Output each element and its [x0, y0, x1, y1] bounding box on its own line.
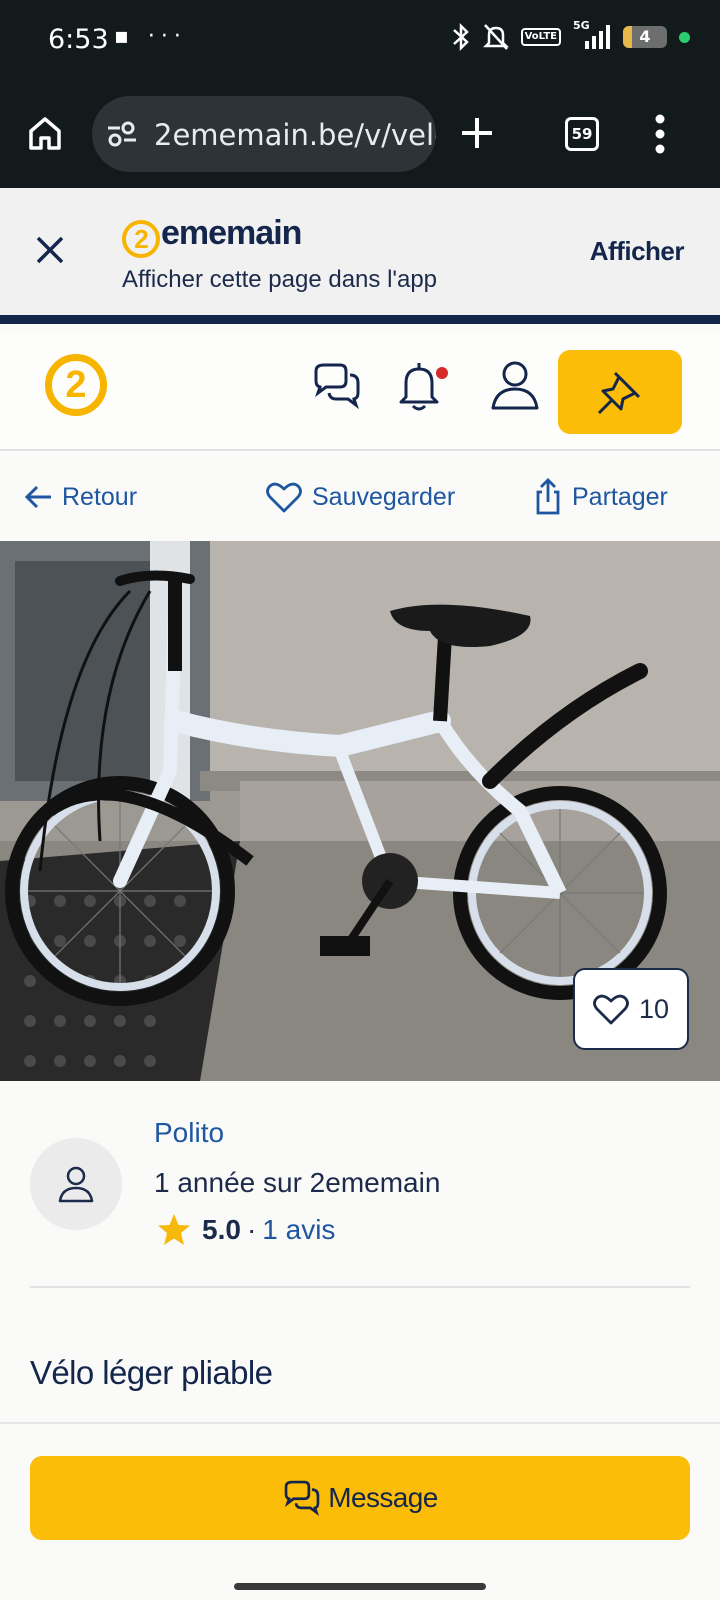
site-logo[interactable]: 2 — [45, 354, 107, 416]
address-bar[interactable]: 2ememain.be/v/velo — [92, 96, 436, 172]
back-button[interactable]: Retour — [24, 453, 137, 541]
new-tab-icon[interactable] — [460, 116, 494, 150]
notification-dot — [436, 367, 448, 379]
star-icon — [158, 1214, 190, 1245]
home-indicator[interactable] — [234, 1583, 486, 1590]
status-bar: 6:53 ▪ ··· VoLTE 5G 4 — [0, 0, 720, 80]
show-in-app-button[interactable]: Afficher — [590, 236, 685, 267]
more-menu-icon[interactable] — [654, 114, 666, 154]
open-in-app-banner: 2 ememain Afficher cette page dans l'app … — [0, 188, 720, 324]
message-button[interactable]: Message — [30, 1456, 690, 1540]
brand-logo: 2 ememain — [122, 214, 302, 258]
share-button[interactable]: Partager — [534, 453, 668, 541]
bluetooth-icon — [452, 22, 469, 52]
battery-icon: 4 — [623, 26, 667, 48]
bottom-action-bar: Message — [0, 1422, 720, 1600]
reviews-link[interactable]: 1 avis — [262, 1214, 335, 1246]
heart-icon — [593, 994, 629, 1025]
bell-icon[interactable] — [398, 361, 440, 413]
home-icon[interactable] — [26, 114, 64, 152]
divider — [30, 1286, 690, 1288]
place-ad-button[interactable] — [558, 350, 682, 434]
seller-rating: 5.0 · 1 avis — [156, 1213, 335, 1247]
signal-icon: 5G — [573, 19, 611, 51]
notification-icons: ▪ ··· — [114, 24, 187, 49]
url-text: 2ememain.be/v/velo — [154, 118, 436, 152]
heart-icon — [266, 482, 302, 513]
seller-since: 1 année sur 2ememain — [154, 1167, 441, 1198]
likes-badge[interactable]: 10 — [573, 968, 689, 1050]
chat-icon[interactable] — [312, 361, 362, 411]
likes-count: 10 — [638, 993, 670, 1024]
user-icon — [58, 1166, 94, 1203]
save-button[interactable]: Sauvegarder — [266, 453, 455, 541]
tab-switcher-button[interactable]: 59 — [565, 117, 599, 151]
close-icon[interactable] — [35, 235, 65, 265]
message-label: Message — [328, 1482, 438, 1513]
volte-badge: VoLTE — [520, 28, 561, 46]
seller-name[interactable]: Polito — [154, 1117, 224, 1149]
privacy-indicator — [679, 31, 690, 43]
mute-icon — [482, 24, 509, 50]
chat-icon — [284, 1480, 320, 1517]
avatar[interactable] — [30, 1138, 122, 1230]
share-icon — [536, 478, 560, 515]
listing-actions: Retour Sauvegarder Partager — [0, 453, 720, 541]
site-header: 2 — [0, 333, 720, 451]
share-label: Partager — [572, 482, 668, 511]
seller-card: Polito 1 année sur 2ememain 5.0 · 1 avis — [0, 1081, 720, 1291]
save-label: Sauvegarder — [312, 482, 456, 511]
rating-value: 5.0 — [202, 1214, 241, 1245]
browser-toolbar: 2ememain.be/v/velo 59 — [0, 80, 720, 188]
site-settings-icon[interactable] — [106, 120, 138, 148]
pin-icon — [597, 371, 641, 415]
user-icon[interactable] — [490, 359, 540, 411]
arrow-left-icon — [24, 485, 51, 509]
rating-separator: · — [246, 1214, 257, 1245]
back-label: Retour — [62, 482, 138, 511]
listing-title: Vélo léger pliable — [30, 1354, 273, 1391]
banner-subtitle: Afficher cette page dans l'app — [122, 266, 438, 293]
status-right-icons: VoLTE 5G 4 — [451, 19, 690, 52]
status-time: 6:53 — [48, 24, 109, 55]
